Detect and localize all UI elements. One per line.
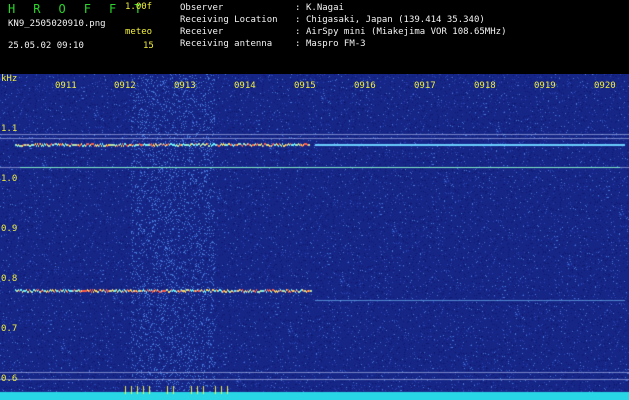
y-tick-0.8: 0.8 [1, 274, 18, 284]
antenna-value: Maspro FM-3 [306, 39, 366, 49]
x-tick-0918: 0918 [474, 81, 496, 91]
x-tick-0913: 0913 [174, 81, 196, 91]
x-tick-0915: 0915 [294, 81, 316, 91]
antenna-colon: : [295, 39, 301, 49]
spectrogram-plot [0, 74, 629, 400]
y-tick-1.0: 1.0 [1, 174, 18, 184]
x-tick-0916: 0916 [354, 81, 376, 91]
location-colon: : [295, 15, 301, 25]
x-tick-0911: 0911 [55, 81, 77, 91]
receiver-value: AirSpy mini (Miakejima VOR 108.65MHz) [306, 27, 507, 37]
x-tick-0920: 0920 [594, 81, 616, 91]
meteo-label: meteo [125, 27, 153, 37]
datetime-label: 25.05.02 09:10 [8, 41, 84, 51]
count-label: 15 [143, 41, 154, 51]
version-label: 1.00f [125, 2, 153, 12]
y-unit-label: kHz [1, 74, 18, 84]
y-tick-1.1: 1.1 [1, 124, 18, 134]
observer-value: K.Nagai [306, 3, 344, 13]
x-tick-0917: 0917 [414, 81, 436, 91]
x-tick-0919: 0919 [534, 81, 556, 91]
y-tick-0.7: 0.7 [1, 324, 18, 334]
observer-label: Observer [180, 3, 224, 13]
x-tick-0914: 0914 [234, 81, 256, 91]
location-value: Chigasaki, Japan (139.414 35.340) [306, 15, 485, 25]
y-tick-0.6: 0.6 [1, 374, 18, 384]
x-tick-0912: 0912 [114, 81, 136, 91]
observer-colon: : [295, 3, 301, 13]
receiver-label: Receiver [180, 27, 224, 37]
antenna-label: Receiving antenna [180, 39, 273, 49]
file-name: KN9_2505020910.png [8, 19, 106, 29]
y-tick-0.9: 0.9 [1, 224, 18, 234]
location-label: Receiving Location [180, 15, 278, 25]
receiver-colon: : [295, 27, 301, 37]
